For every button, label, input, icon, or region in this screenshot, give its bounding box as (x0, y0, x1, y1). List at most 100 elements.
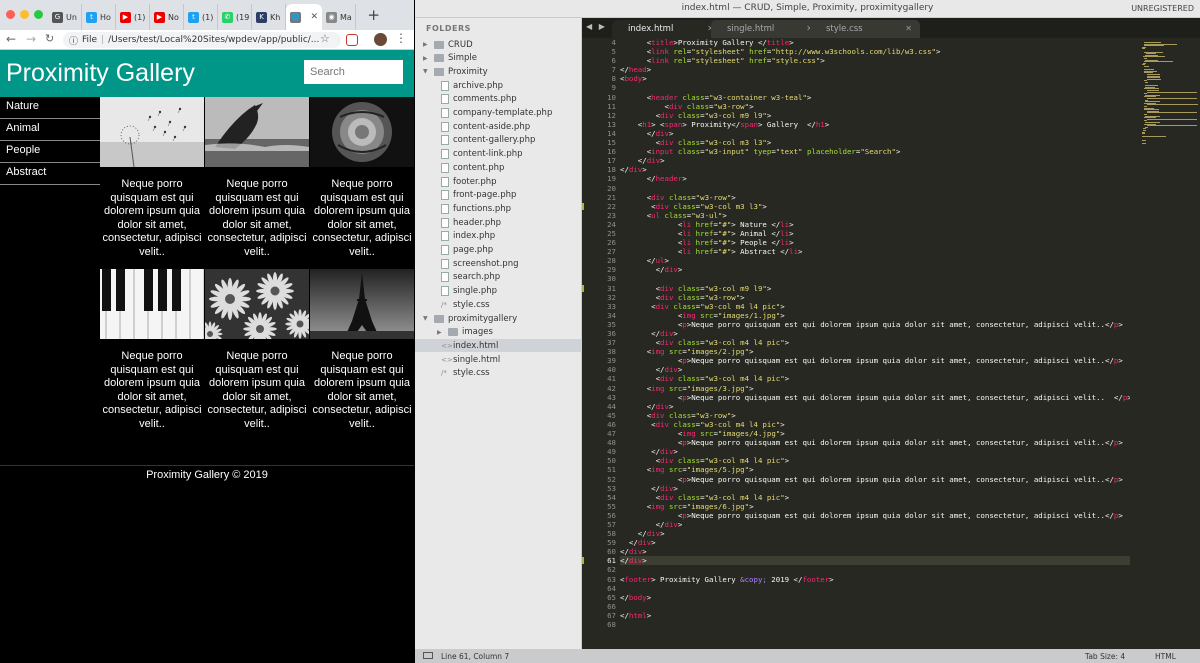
code-line[interactable]: <li href="#"> Animal </li> (620, 229, 1135, 238)
code-line[interactable]: <img src="images/1.jpg"> (620, 311, 1135, 320)
code-line[interactable]: <p>Neque porro quisquam est qui dolorem … (620, 438, 1135, 447)
tree-file-content-php[interactable]: content.php (415, 161, 582, 174)
code-line[interactable]: </div> (620, 529, 1135, 538)
menu-kebab-icon[interactable]: ⋮ (395, 31, 407, 45)
site-nav-animal[interactable]: Animal (0, 119, 100, 141)
code-line[interactable]: </div> (620, 329, 1135, 338)
code-line[interactable]: </head> (620, 65, 1135, 74)
minimize-window-button[interactable] (20, 10, 29, 19)
tree-file-search-php[interactable]: search.php (415, 271, 582, 284)
tree-file-header-php[interactable]: header.php (415, 216, 582, 229)
piano-photo[interactable] (100, 269, 204, 339)
code-line[interactable]: <img src="images/6.jpg"> (620, 502, 1135, 511)
editor-tab-single-html[interactable]: single.html✕ (711, 20, 821, 38)
tree-file-functions-php[interactable]: functions.php (415, 202, 582, 215)
code-line[interactable]: <p>Neque porro quisquam est qui dolorem … (620, 475, 1135, 484)
code-line[interactable]: </div> (620, 365, 1135, 374)
code-line[interactable]: </ul> (620, 256, 1135, 265)
browser-tab[interactable]: ▶ (1) (116, 4, 150, 30)
close-tab-icon[interactable]: ✕ (905, 24, 912, 33)
browser-tab[interactable]: G Un (48, 4, 82, 30)
dandelion-photo[interactable] (100, 97, 204, 167)
tree-css-style-css[interactable]: /* style.css (415, 298, 582, 311)
code-line[interactable] (620, 620, 1135, 629)
code-line[interactable]: <p>Neque porro quisquam est qui dolorem … (620, 320, 1135, 329)
code-line[interactable]: <body> (620, 74, 1135, 83)
code-line[interactable] (620, 602, 1135, 611)
tab-size-setting[interactable]: Tab Size: 4 (1085, 652, 1125, 661)
code-line[interactable] (620, 584, 1135, 593)
tree-file-comments-php[interactable]: comments.php (415, 93, 582, 106)
code-line[interactable]: </div> (620, 447, 1135, 456)
tree-folder-crud[interactable]: ▶ CRUD (415, 38, 582, 51)
code-line[interactable]: </div> (620, 156, 1135, 165)
code-line[interactable]: </div> (620, 484, 1135, 493)
code-line[interactable]: <header class="w3-container w3-teal"> (620, 93, 1135, 102)
code-line[interactable]: <div class="w3-col m4 l4 pic"> (620, 374, 1135, 383)
code-line[interactable]: <img src="images/2.jpg"> (620, 347, 1135, 356)
browser-tab[interactable]: 🌐 ✕ (286, 4, 322, 30)
rose-photo[interactable] (310, 97, 414, 167)
code-line[interactable]: <div class="w3-col m9 l9"> (620, 111, 1135, 120)
code-line[interactable]: <div class="w3-col m4 l4 pic"> (620, 420, 1135, 429)
site-nav-people[interactable]: People (0, 141, 100, 163)
code-line[interactable] (620, 565, 1135, 574)
editor-tab-index-html[interactable]: index.html✕ (612, 20, 722, 38)
forward-icon[interactable]: → (26, 32, 36, 46)
close-tab-icon[interactable]: ✕ (310, 12, 322, 22)
code-line[interactable]: </div> (620, 402, 1135, 411)
tree-folder-simple[interactable]: ▶ Simple (415, 52, 582, 65)
maximize-window-button[interactable] (34, 10, 43, 19)
code-line[interactable]: </div> (620, 556, 1135, 566)
code-line[interactable]: <p>Neque porro quisquam est qui dolorem … (620, 356, 1135, 365)
browser-tab[interactable]: K Kh (252, 4, 286, 30)
disclosure-closed-icon[interactable]: ▶ (437, 329, 444, 336)
bookmark-star-icon[interactable]: ☆ (320, 32, 330, 45)
tree-file-front-page-php[interactable]: front-page.php (415, 189, 582, 202)
code-line[interactable]: </div> (620, 265, 1135, 274)
code-line[interactable]: <div class="w3-col m4 l4 pic"> (620, 493, 1135, 502)
tree-folder-images[interactable]: ▶ images (415, 326, 582, 339)
code-line[interactable]: </div> (620, 165, 1135, 174)
tree-html-index-html[interactable]: <> index.html (415, 339, 582, 353)
disclosure-open-icon[interactable]: ▼ (423, 315, 430, 322)
code-line[interactable]: <li href="#"> People </li> (620, 238, 1135, 247)
code-line[interactable]: </div> (620, 538, 1135, 547)
tree-folder-proximitygallery[interactable]: ▼ proximitygallery (415, 312, 582, 325)
code-line[interactable]: <div class="w3-col m4 l4 pic"> (620, 302, 1135, 311)
code-area[interactable]: <title>Proximity Gallery </title> <link … (620, 38, 1135, 649)
tree-file-content-link-php[interactable]: content-link.php (415, 148, 582, 161)
code-line[interactable]: <div class="w3-row"> (620, 102, 1135, 111)
panel-toggle-icon[interactable] (423, 652, 433, 659)
code-line[interactable]: <p>Neque porro quisquam est qui dolorem … (620, 511, 1135, 520)
code-line[interactable]: <div class="w3-col m3 l3"> (620, 202, 1135, 211)
browser-tab[interactable]: ▶ No (150, 4, 184, 30)
tree-file-company-template-php[interactable]: company-template.php (415, 107, 582, 120)
code-line[interactable]: <img src="images/4.jpg"> (620, 429, 1135, 438)
site-nav-nature[interactable]: Nature (0, 97, 100, 119)
tab-scroll-arrows-icon[interactable]: ◀ ▶ (586, 22, 607, 31)
code-line[interactable]: <input class="w3-input" tyep="text" plac… (620, 147, 1135, 156)
tree-html-single-html[interactable]: <> single.html (415, 353, 582, 366)
code-line[interactable]: </header> (620, 174, 1135, 183)
code-line[interactable]: <ul class="w3-ul"> (620, 211, 1135, 220)
code-line[interactable]: <li href="#"> Abstract </li> (620, 247, 1135, 256)
tree-file-archive-php[interactable]: archive.php (415, 79, 582, 92)
address-bar[interactable]: ⓘ File | /Users/test/Local%20Sites/wpdev… (63, 32, 341, 48)
new-tab-button[interactable]: + (367, 6, 380, 24)
syntax-setting[interactable]: HTML (1155, 652, 1176, 661)
code-line[interactable]: <link rel="stylesheet" href="http://www.… (620, 47, 1135, 56)
minimap[interactable] (1130, 38, 1200, 649)
reload-icon[interactable]: ↻ (45, 32, 54, 45)
tree-file-single-php[interactable]: single.php (415, 285, 582, 298)
code-line[interactable]: </div> (620, 547, 1135, 556)
disclosure-closed-icon[interactable]: ▶ (423, 55, 430, 62)
code-line[interactable]: </div> (620, 520, 1135, 529)
code-line[interactable]: <div class="w3-col m3 l3"> (620, 138, 1135, 147)
code-line[interactable]: <link rel="stylesheet" href="style.css"> (620, 56, 1135, 65)
daisies-photo[interactable] (205, 269, 309, 339)
code-line[interactable]: <h1> <span> Proximity</span> Gallery </h… (620, 120, 1135, 129)
code-line[interactable]: <title>Proximity Gallery </title> (620, 38, 1135, 47)
code-line[interactable]: <img src="images/5.jpg"> (620, 465, 1135, 474)
close-window-button[interactable] (6, 10, 15, 19)
